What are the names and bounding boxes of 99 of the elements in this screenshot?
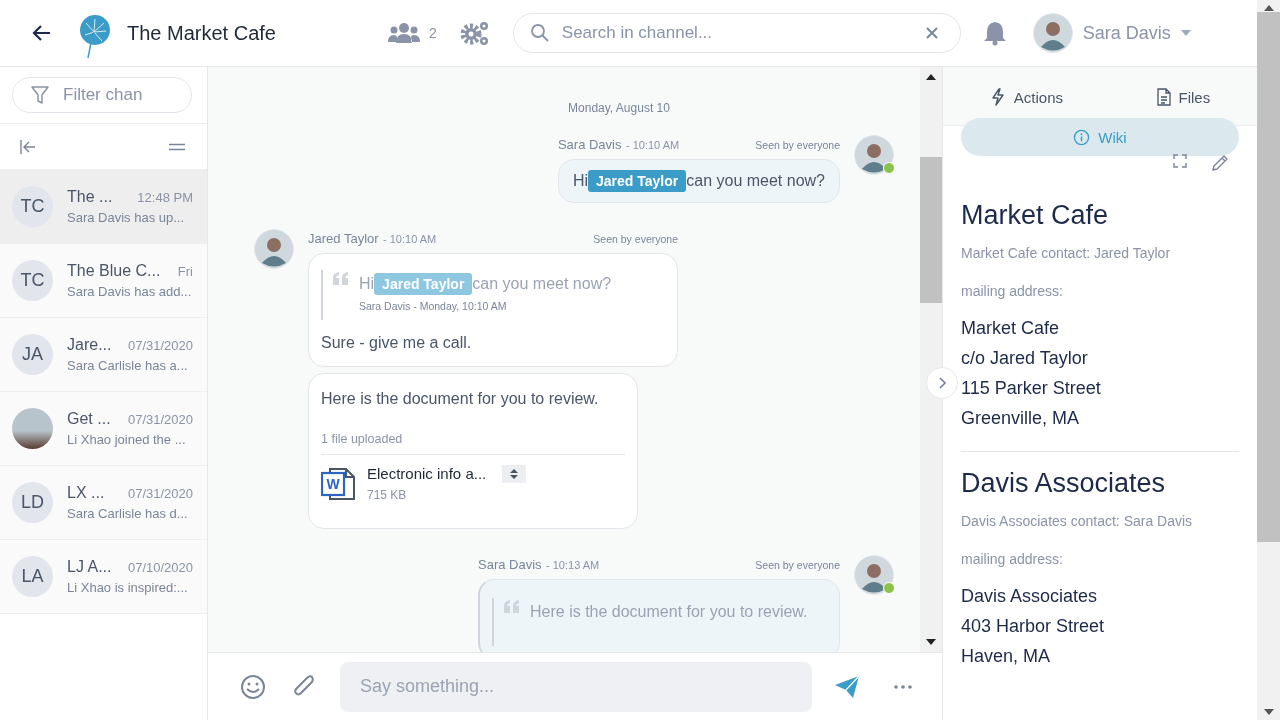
page-scrollbar[interactable] — [1257, 0, 1280, 720]
address-label: mailing address: — [961, 551, 1064, 567]
channel-time: Fri — [177, 264, 193, 279]
seen-status: Seen by everyone — [755, 559, 840, 571]
channel-name: LX ... — [67, 484, 105, 502]
channel-avatar: LD — [12, 482, 53, 523]
wiki-heading: Davis Associates — [961, 468, 1167, 499]
notifications-bell-icon[interactable] — [982, 20, 1007, 46]
scroll-down-icon[interactable] — [1263, 708, 1274, 716]
address-line: c/o Jared Taylor — [961, 347, 1089, 370]
info-icon — [1073, 128, 1091, 146]
channel-item[interactable]: TC The Blue C... Fri Sara Davis has add... — [0, 244, 207, 318]
seen-status: Seen by everyone — [755, 139, 840, 151]
channel-preview: Sara Carlisle has d... — [67, 506, 189, 521]
panel-tab[interactable]: Actions — [989, 88, 1063, 106]
channel-time: 07/31/2020 — [127, 486, 193, 501]
channel-item[interactable]: Get ... 07/31/2020 Li Xhao joined the ... — [0, 392, 207, 466]
settings-icon — [458, 19, 491, 47]
address-line: Greenville, MA — [961, 407, 1081, 430]
sort-toggle-icon[interactable] — [502, 465, 527, 483]
menu-icon[interactable] — [169, 142, 185, 151]
channel-title: The Market Cafe — [127, 21, 277, 45]
search-icon — [529, 23, 550, 43]
channel-time: 07/31/2020 — [127, 338, 193, 353]
channel-time: 12:48 PM — [137, 190, 193, 205]
channel-avatar: TC — [12, 260, 53, 301]
dandelion-logo-icon — [78, 15, 112, 59]
scroll-up-icon[interactable] — [926, 73, 936, 81]
person-avatar — [1032, 13, 1073, 53]
quote-icon — [333, 272, 349, 286]
author-name: Sara Davis — [557, 137, 622, 152]
document-icon — [1156, 88, 1171, 106]
seen-status: Seen by everyone — [593, 233, 678, 245]
message-time: - 10:10 AM — [383, 233, 437, 245]
quoted-text: Hi Jared Taylor can you meet now? — [359, 272, 612, 296]
address-line: Davis Associates — [961, 585, 1099, 608]
wiki-heading: Market Cafe — [961, 200, 1110, 231]
channel-item[interactable]: LA LJ A... 07/10/2020 Li Xhao is inspired:... — [0, 540, 207, 614]
contact-line: Davis Associates contact: Sara Davis — [961, 513, 1194, 529]
author-name: Sara Davis — [478, 557, 542, 572]
channel-preview: Sara Davis has up... — [67, 210, 186, 225]
contact-line: Market Cafe contact: Jared Taylor — [961, 245, 1172, 261]
channel-avatar: TC — [12, 186, 53, 227]
files-label: 1 file uploaded — [321, 432, 625, 455]
fullscreen-icon[interactable] — [1173, 154, 1187, 168]
channel-item[interactable]: JA Jare... 07/31/2020 Sara Carlisle has a... — [0, 318, 207, 392]
channel-avatar: LA — [12, 556, 53, 597]
quote-icon — [504, 600, 520, 614]
author-name: Jared Taylor — [308, 231, 379, 246]
online-status-dot — [883, 162, 895, 174]
filter-input[interactable]: Filter chan — [61, 84, 185, 106]
settings-button[interactable] — [458, 19, 491, 47]
scroll-down-icon[interactable] — [926, 638, 936, 646]
quote-meta: Sara Davis - Monday, 10:10 AM — [359, 300, 507, 312]
search-input[interactable]: Search in channel... — [559, 22, 916, 44]
message-time: - 10:13 AM — [546, 559, 600, 571]
photo-placeholder — [12, 408, 53, 449]
channel-item[interactable]: LD LX ... 07/31/2020 Sara Carlisle has d... — [0, 466, 207, 540]
caret-icon — [1180, 30, 1191, 36]
panel-tab[interactable]: Files — [1156, 88, 1211, 106]
address-line: Haven, MA — [961, 645, 1052, 668]
message-text: Sure - give me a call. — [321, 333, 473, 353]
channel-preview: Sara Carlisle has a... — [67, 358, 189, 373]
chevron-right-icon — [938, 377, 946, 389]
channel-avatar: JA — [12, 334, 53, 375]
send-icon[interactable] — [834, 674, 860, 699]
file-size: 715 KB — [367, 488, 408, 502]
channel-name: Get ... — [67, 410, 111, 428]
address-label: mailing address: — [961, 283, 1064, 299]
online-status-dot — [883, 582, 895, 594]
clear-icon[interactable] — [925, 27, 938, 39]
address-line: 115 Parker Street — [961, 377, 1102, 400]
channel-preview: Li Xhao is inspired:... — [67, 580, 189, 595]
channel-name: The ... — [67, 188, 113, 206]
channel-name: Jare... — [67, 336, 112, 354]
channel-name: The Blue C... — [67, 262, 161, 280]
scrollbar[interactable] — [920, 67, 942, 652]
channel-time: 07/10/2020 — [127, 560, 193, 575]
lightning-icon — [989, 88, 1006, 106]
channel-time: 07/31/2020 — [127, 412, 193, 427]
file-name[interactable]: Electronic info a... — [367, 465, 487, 482]
emoji-icon[interactable] — [240, 673, 266, 700]
message-input[interactable]: Say something... — [340, 661, 812, 712]
message-text: Here is the document for you to review. — [321, 389, 600, 409]
edit-pencil-icon[interactable] — [1211, 154, 1229, 172]
address-line: 403 Harbor Street — [961, 615, 1106, 638]
message-text: Hi Jared Taylor can you meet now? — [572, 170, 825, 192]
message-time: - 10:10 AM — [625, 139, 680, 151]
collapse-icon[interactable] — [20, 139, 36, 154]
channel-preview: Li Xhao joined the ... — [67, 432, 187, 447]
date-divider: Monday, August 10 — [567, 101, 671, 115]
filter-icon — [31, 86, 49, 104]
channel-name: LJ A... — [67, 558, 112, 576]
channel-item[interactable]: TC The ... 12:48 PM Sara Davis has up... — [0, 170, 207, 244]
more-icon[interactable] — [894, 684, 912, 689]
quoted-text: Here is the document for you to review. — [530, 602, 808, 622]
address-line: Market Cafe — [961, 317, 1061, 340]
channel-preview: Sara Davis has add... — [67, 284, 193, 299]
people-icon — [387, 22, 421, 44]
